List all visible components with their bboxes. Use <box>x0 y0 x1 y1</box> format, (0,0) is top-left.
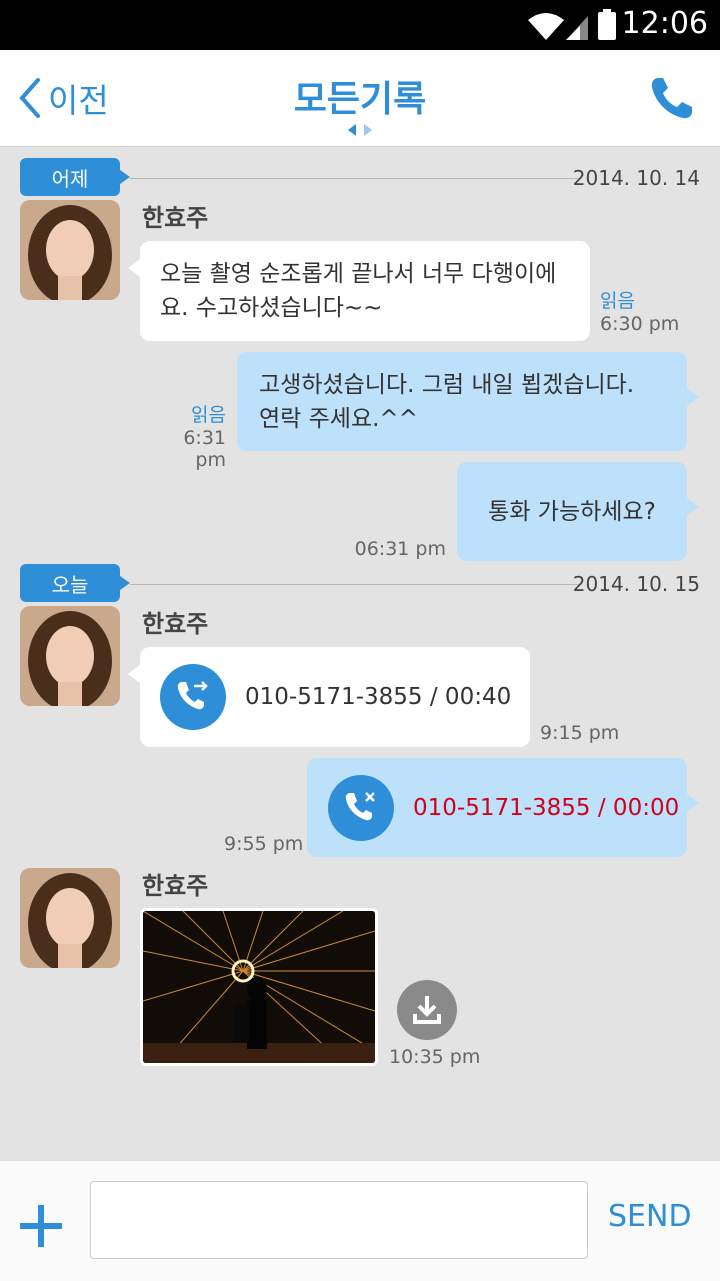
call-record-bubble[interactable]: 010-5171-3855 / 00:40 <box>128 647 530 747</box>
message-time: 6:31 pm <box>183 427 226 471</box>
message-text: 통화 가능하세요? <box>488 498 656 525</box>
message-time: 9:15 pm <box>540 722 620 744</box>
read-status: 읽음 <box>600 290 635 312</box>
message-bubble-incoming[interactable]: 오늘 촬영 순조롭게 끝나서 너무 다행이에 요. 수고하셨습니다~~ <box>128 241 590 341</box>
call-record-bubble[interactable]: 010-5171-3855 / 00:00 <box>307 758 699 857</box>
date-text: 2014. 10. 15 <box>572 572 700 596</box>
incoming-call-icon <box>160 664 226 730</box>
status-icons <box>528 9 616 40</box>
divider <box>130 178 580 179</box>
message-line: 연락 주세요.^^ <box>259 406 418 432</box>
message-bubble-outgoing[interactable]: 고생하셨습니다. 그럼 내일 뵙겠습니다. 연락 주세요.^^ <box>237 352 699 451</box>
header-bar: 이전 모든기록 <box>0 50 720 147</box>
message-meta: 읽음 6:31 pm <box>152 400 226 471</box>
page-title: 모든기록 <box>293 79 427 120</box>
missed-call-text: 010-5171-3855 / 00:00 <box>413 795 680 821</box>
download-icon <box>413 996 441 1024</box>
message-line: 고생하셨습니다. 그럼 내일 뵙겠습니다. <box>259 372 635 398</box>
message-line: 오늘 촬영 순조롭게 끝나서 너무 다행이에 <box>160 261 557 287</box>
date-separator: 오늘 2014. 10. 15 <box>20 564 710 604</box>
date-separator: 어제 2014. 10. 14 <box>20 158 710 198</box>
divider <box>130 584 580 585</box>
date-text: 2014. 10. 14 <box>572 166 700 190</box>
message-time: 10:35 pm <box>389 1046 481 1068</box>
message-time: 6:30 pm <box>600 313 680 335</box>
message-time: 06:31 pm <box>354 538 446 560</box>
status-bar: 12:06 <box>0 0 720 50</box>
composer-bar: SEND <box>0 1160 720 1281</box>
sender-name: 한효주 <box>142 204 209 232</box>
message-line: 요. 수고하셨습니다~~ <box>160 295 383 321</box>
avatar[interactable] <box>20 200 120 300</box>
avatar[interactable] <box>20 606 120 706</box>
download-button[interactable] <box>397 980 457 1040</box>
call-record-text: 010-5171-3855 / 00:40 <box>245 684 512 710</box>
send-button[interactable]: SEND <box>608 1199 692 1234</box>
sender-name: 한효주 <box>142 872 209 900</box>
photo-thumbnail[interactable] <box>140 908 378 1066</box>
status-time: 12:06 <box>621 6 708 41</box>
date-badge: 오늘 <box>20 564 130 602</box>
read-status: 읽음 <box>191 404 226 426</box>
message-input[interactable] <box>90 1181 588 1259</box>
date-badge: 어제 <box>20 158 130 196</box>
avatar[interactable] <box>20 868 120 968</box>
message-meta: 읽음 6:30 pm <box>600 286 679 335</box>
phone-icon[interactable] <box>648 74 696 122</box>
message-time: 9:55 pm <box>224 833 304 855</box>
sender-name: 한효주 <box>142 610 209 638</box>
plus-icon[interactable] <box>20 1205 62 1247</box>
message-bubble-outgoing[interactable]: 통화 가능하세요? <box>457 462 699 561</box>
missed-call-icon <box>328 775 394 841</box>
title-switch-arrows-icon[interactable] <box>348 124 372 136</box>
